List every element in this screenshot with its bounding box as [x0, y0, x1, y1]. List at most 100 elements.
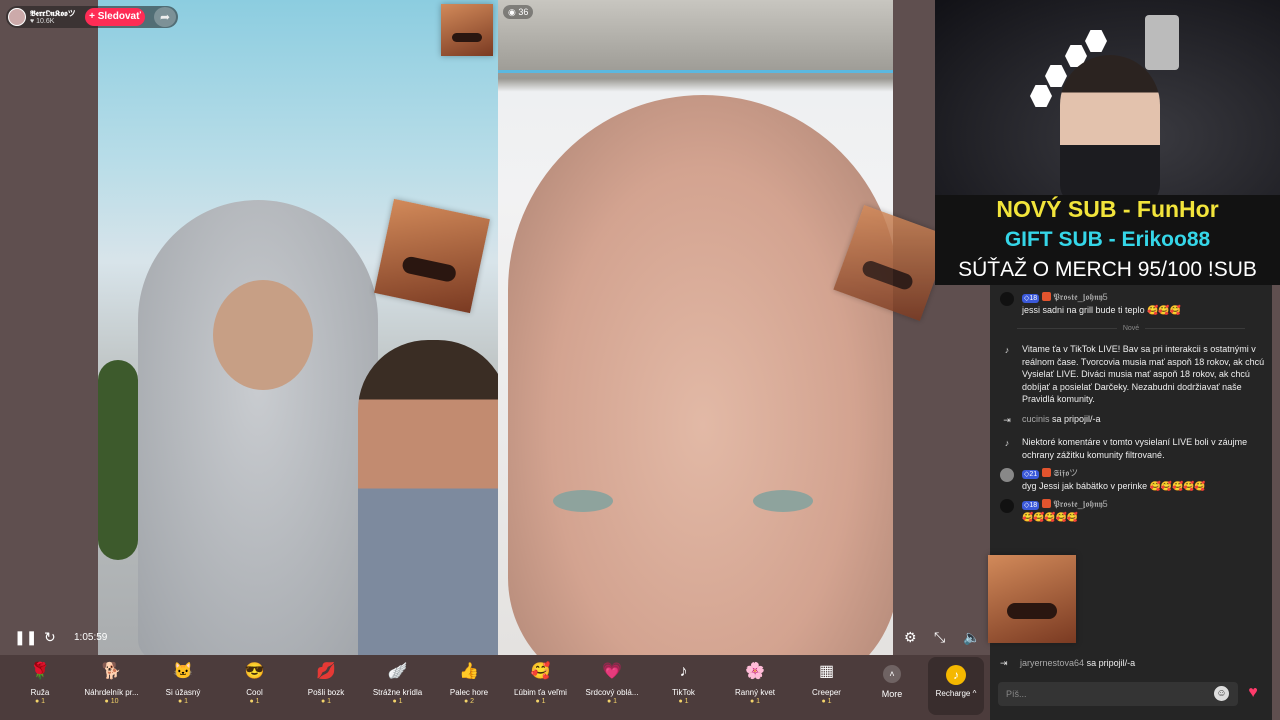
- join-icon: ⇥: [1003, 415, 1011, 425]
- gift-price: ● 2: [463, 698, 475, 705]
- gift-price: ● 1: [34, 698, 46, 705]
- background-tree: [98, 360, 138, 560]
- poster-card: [1145, 15, 1179, 70]
- viewer-count: 36: [518, 7, 529, 17]
- chat-username[interactable]: 𝕾𝖎𝖋𝖔ツ: [1053, 468, 1078, 478]
- more-gifts-button[interactable]: ˄ More: [868, 665, 916, 699]
- avatar[interactable]: [1000, 499, 1014, 513]
- share-arrow-icon[interactable]: ➦: [154, 7, 176, 27]
- chat-text: 🥰🥰🥰🥰🥰: [1022, 511, 1079, 522]
- chat-username[interactable]: cucinis: [1022, 414, 1050, 424]
- chat-username[interactable]: 𝕻𝖗𝖔𝖘𝖙𝖊_𝖏𝖔𝖍𝖓𝖞5: [1053, 499, 1107, 509]
- recharge-button[interactable]: ♪ Recharge ^: [928, 657, 984, 715]
- follower-count: ♥ 10.6K: [30, 18, 55, 25]
- gift-item[interactable]: 🌸 Ranný kvet ● 1: [720, 660, 790, 705]
- follow-button[interactable]: + Sledovať: [85, 8, 145, 26]
- chat-input[interactable]: Píš...: [998, 682, 1238, 706]
- gift-icon: 🪽: [387, 663, 408, 680]
- chevron-up-icon: ˄: [883, 665, 901, 683]
- gift-icon: 🌹: [30, 663, 50, 680]
- chat-username[interactable]: jaryernestova64: [1020, 658, 1084, 668]
- chat-join-message: ⇥ jaryernestova64 sa pripojil/-a: [1000, 658, 1135, 668]
- new-sub-text: NOVÝ SUB - FunHor: [996, 196, 1219, 222]
- more-label: More: [881, 689, 903, 699]
- gift-item[interactable]: 🐕 Náhrdelník pr... ● 10: [77, 660, 147, 705]
- system-text: Niektoré komentáre v tomto vysielaní LIV…: [1022, 437, 1248, 460]
- gift-label: Srdcový oblá...: [585, 688, 639, 697]
- streamer-webcam: [935, 0, 1280, 195]
- pause-icon[interactable]: ❚❚: [14, 629, 37, 646]
- chat-message: ◇18 𝕻𝖗𝖔𝖘𝖙𝖊_𝖏𝖔𝖍𝖓𝖞5 jessi sadni na grill b…: [1000, 291, 1265, 316]
- gift-label: Ranný kvet: [734, 688, 776, 697]
- chat-message: ◇18 𝕻𝖗𝖔𝖘𝖙𝖊_𝖏𝖔𝖍𝖓𝖞5 🥰🥰🥰🥰🥰: [1000, 498, 1265, 523]
- meme-sticker: [374, 198, 490, 314]
- gift-icon: 💗: [602, 663, 622, 680]
- shaved-head-closeup: [508, 95, 893, 655]
- gift-label: Náhrdelník pr...: [84, 688, 139, 697]
- gift-price: ● 1: [821, 698, 832, 705]
- gift-item[interactable]: 💋 Pošli bozk ● 1: [291, 660, 361, 705]
- join-text: sa pripojil/-a: [1086, 658, 1136, 668]
- gift-label: Creeper: [812, 688, 841, 697]
- viewer-count-badge: ◉ 36: [503, 5, 534, 19]
- gift-price: ● 1: [678, 698, 689, 705]
- level-badge: ◇18: [1022, 501, 1040, 510]
- hex-light: [1030, 85, 1052, 107]
- gift-price: ● 1: [392, 698, 403, 705]
- gift-item[interactable]: 💗 Srdcový oblá... ● 1: [577, 660, 647, 705]
- gift-label: TikTok: [672, 688, 695, 697]
- volume-icon[interactable]: 🔈: [963, 629, 980, 646]
- gift-price: ● 1: [535, 698, 546, 705]
- fullscreen-exit-icon[interactable]: ⤡: [934, 629, 945, 646]
- join-icon: ⇥: [1000, 658, 1008, 668]
- heart-icon[interactable]: ♥: [1244, 684, 1262, 702]
- refresh-icon[interactable]: ↻: [44, 629, 56, 646]
- gift-icon: 😎: [244, 663, 265, 680]
- gift-item[interactable]: 🪽 Strážne krídla ● 1: [363, 660, 433, 705]
- gift-icon: ♪: [679, 663, 688, 680]
- emoji-icon[interactable]: ☺: [1214, 686, 1229, 701]
- left-video-feed: [98, 0, 498, 655]
- gift-label: Ruža: [30, 688, 50, 697]
- chat-username[interactable]: 𝕻𝖗𝖔𝖘𝖙𝖊_𝖏𝖔𝖍𝖓𝖞5: [1053, 292, 1107, 302]
- avatar[interactable]: [8, 8, 26, 26]
- laughing-man: [358, 340, 498, 655]
- gift-label: Cool: [246, 688, 263, 697]
- gift-item[interactable]: ▦ Creeper ● 1: [792, 660, 862, 705]
- left-eye: [553, 490, 613, 512]
- smiling-face: [213, 280, 313, 390]
- gift-price: ● 1: [249, 698, 260, 705]
- gift-icon: 🌸: [745, 663, 765, 680]
- gift-item[interactable]: ♪ TikTok ● 1: [649, 660, 719, 705]
- gift-label: Palec hore: [449, 688, 489, 697]
- gift-item[interactable]: 🌹 Ruža ● 1: [5, 660, 75, 705]
- playback-time: 1:05:59: [74, 632, 108, 643]
- recharge-label: Recharge ^: [935, 689, 977, 698]
- merch-contest-text: SÚŤAŽ O MERCH 95/100 !SUB: [958, 258, 1257, 281]
- meme-sticker-thumb: [441, 4, 493, 56]
- avatar[interactable]: [1000, 468, 1014, 482]
- new-messages-divider: Nové: [1000, 325, 1262, 332]
- chat-text: jessi sadni na grill bude ti teplo 🥰🥰🥰: [1022, 304, 1181, 315]
- gift-label: Si úžasný: [165, 688, 201, 697]
- gift-item[interactable]: 🐱 Si úžasný ● 1: [148, 660, 218, 705]
- fan-badge: [1041, 292, 1051, 301]
- system-text: Vitame ťa v TikTok LIVE! Bav sa pri inte…: [1022, 344, 1265, 404]
- avatar[interactable]: [1000, 292, 1014, 306]
- fan-badge: [1041, 468, 1051, 477]
- level-badge: ◇21: [1022, 470, 1040, 479]
- gift-item[interactable]: 👍 Palec hore ● 2: [434, 660, 504, 705]
- gift-item[interactable]: 😎 Cool ● 1: [220, 660, 290, 705]
- hooded-person: [138, 200, 378, 655]
- fan-badge: [1041, 499, 1051, 508]
- right-eye: [753, 490, 813, 512]
- tiktok-icon: ♪: [1004, 345, 1010, 355]
- gift-icon: 🥰: [530, 663, 551, 680]
- gift-icon: ▦: [818, 663, 835, 680]
- gift-price: ● 1: [606, 698, 618, 705]
- gift-item[interactable]: 🥰 Ľúbim ťa veľmi ● 1: [506, 660, 576, 705]
- gift-price: ● 1: [320, 698, 332, 705]
- gift-icon: 💋: [316, 663, 336, 680]
- settings-icon[interactable]: ⚙: [904, 629, 917, 646]
- gift-price: ● 1: [177, 698, 189, 705]
